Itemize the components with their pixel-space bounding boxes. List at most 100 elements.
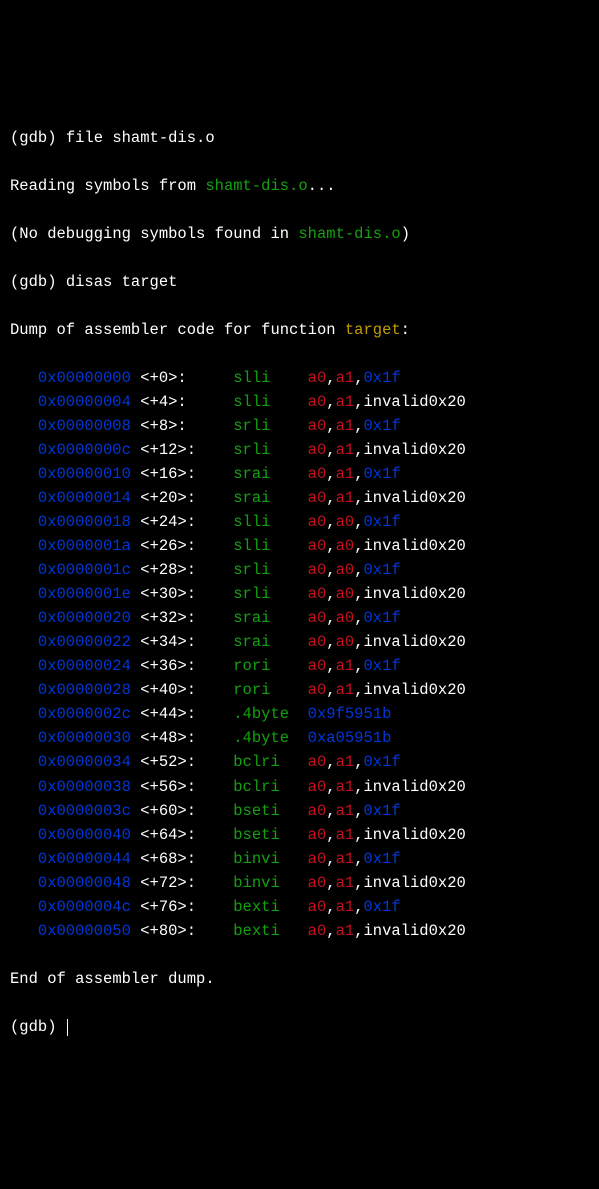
asm-row: 0x00000034 <+52>: bclri a0,a1,0x1f <box>10 750 589 774</box>
cmd-line-disas: (gdb) disas target <box>10 270 589 294</box>
raw-bytes: 0x9f5951b <box>308 705 392 723</box>
op-imm: invalid0x20 <box>364 778 466 796</box>
op-reg: a0 <box>336 609 355 627</box>
prompt-line[interactable]: (gdb) <box>10 1015 589 1039</box>
addr: 0x00000040 <box>38 826 131 844</box>
asm-row: 0x00000014 <+20>: srai a0,a1,invalid0x20 <box>10 486 589 510</box>
asm-row: 0x00000000 <+0>: slli a0,a1,0x1f <box>10 366 589 390</box>
addr: 0x0000001c <box>38 561 131 579</box>
mnemonic: slli <box>233 393 307 411</box>
mnemonic: slli <box>233 537 307 555</box>
reading-line: Reading symbols from shamt-dis.o... <box>10 174 589 198</box>
nodebug-line: (No debugging symbols found in shamt-dis… <box>10 222 589 246</box>
op-imm: 0x1f <box>364 561 401 579</box>
op-imm: invalid0x20 <box>364 489 466 507</box>
op-reg: a1 <box>336 417 355 435</box>
asm-row: 0x00000044 <+68>: binvi a0,a1,0x1f <box>10 847 589 871</box>
op-reg: a1 <box>336 489 355 507</box>
offset: <+8>: <box>140 417 233 435</box>
offset: <+48>: <box>140 729 233 747</box>
op-reg: a0 <box>308 633 327 651</box>
op-reg: a1 <box>336 465 355 483</box>
op-imm: 0x1f <box>364 898 401 916</box>
op-reg: a0 <box>308 465 327 483</box>
offset: <+30>: <box>140 585 233 603</box>
addr: 0x00000028 <box>38 681 131 699</box>
offset: <+24>: <box>140 513 233 531</box>
op-reg: a0 <box>308 681 327 699</box>
addr: 0x0000001e <box>38 585 131 603</box>
offset: <+0>: <box>140 369 233 387</box>
asm-row: 0x00000024 <+36>: rori a0,a1,0x1f <box>10 654 589 678</box>
op-imm: invalid0x20 <box>364 537 466 555</box>
asm-row: 0x0000001a <+26>: slli a0,a0,invalid0x20 <box>10 534 589 558</box>
terminal-output: (gdb) file shamt-dis.o Reading symbols f… <box>10 102 589 1063</box>
op-reg: a0 <box>308 802 327 820</box>
op-reg: a0 <box>308 778 327 796</box>
mnemonic: binvi <box>233 850 307 868</box>
op-reg: a0 <box>308 393 327 411</box>
op-imm: invalid0x20 <box>364 441 466 459</box>
mnemonic: .4byte <box>233 729 307 747</box>
asm-row: 0x00000030 <+48>: .4byte 0xa05951b <box>10 726 589 750</box>
op-reg: a1 <box>336 850 355 868</box>
mnemonic: srai <box>233 465 307 483</box>
op-imm: invalid0x20 <box>364 826 466 844</box>
mnemonic: srli <box>233 585 307 603</box>
mnemonic: slli <box>233 513 307 531</box>
mnemonic: srai <box>233 609 307 627</box>
addr: 0x0000002c <box>38 705 131 723</box>
op-imm: 0x1f <box>364 850 401 868</box>
asm-row: 0x00000010 <+16>: srai a0,a1,0x1f <box>10 462 589 486</box>
op-reg: a0 <box>336 585 355 603</box>
mnemonic: bseti <box>233 826 307 844</box>
end-dump: End of assembler dump. <box>10 967 589 991</box>
addr: 0x00000044 <box>38 850 131 868</box>
op-reg: a0 <box>308 898 327 916</box>
mnemonic: binvi <box>233 874 307 892</box>
op-reg: a1 <box>336 922 355 940</box>
op-reg: a1 <box>336 441 355 459</box>
op-imm: invalid0x20 <box>364 922 466 940</box>
asm-row: 0x0000003c <+60>: bseti a0,a1,0x1f <box>10 799 589 823</box>
asm-row: 0x00000050 <+80>: bexti a0,a1,invalid0x2… <box>10 919 589 943</box>
op-reg: a0 <box>308 537 327 555</box>
raw-bytes: 0xa05951b <box>308 729 392 747</box>
offset: <+28>: <box>140 561 233 579</box>
mnemonic: rori <box>233 657 307 675</box>
op-reg: a1 <box>336 802 355 820</box>
op-imm: 0x1f <box>364 417 401 435</box>
offset: <+4>: <box>140 393 233 411</box>
addr: 0x00000030 <box>38 729 131 747</box>
mnemonic: .4byte <box>233 705 307 723</box>
op-reg: a1 <box>336 778 355 796</box>
addr: 0x00000020 <box>38 609 131 627</box>
asm-row: 0x00000004 <+4>: slli a0,a1,invalid0x20 <box>10 390 589 414</box>
offset: <+34>: <box>140 633 233 651</box>
offset: <+44>: <box>140 705 233 723</box>
mnemonic: bseti <box>233 802 307 820</box>
op-imm: 0x1f <box>364 609 401 627</box>
op-imm: invalid0x20 <box>364 585 466 603</box>
asm-row: 0x0000001e <+30>: srli a0,a0,invalid0x20 <box>10 582 589 606</box>
addr: 0x00000014 <box>38 489 131 507</box>
dump-header: Dump of assembler code for function targ… <box>10 318 589 342</box>
mnemonic: bclri <box>233 753 307 771</box>
addr: 0x0000001a <box>38 537 131 555</box>
op-reg: a1 <box>336 898 355 916</box>
mnemonic: srli <box>233 441 307 459</box>
op-imm: invalid0x20 <box>364 633 466 651</box>
addr: 0x00000034 <box>38 753 131 771</box>
offset: <+64>: <box>140 826 233 844</box>
op-reg: a0 <box>308 489 327 507</box>
addr: 0x0000000c <box>38 441 131 459</box>
asm-row: 0x00000018 <+24>: slli a0,a0,0x1f <box>10 510 589 534</box>
addr: 0x00000000 <box>38 369 131 387</box>
asm-rows: 0x00000000 <+0>: slli a0,a1,0x1f0x000000… <box>10 366 589 942</box>
op-reg: a0 <box>308 585 327 603</box>
offset: <+52>: <box>140 753 233 771</box>
op-reg: a0 <box>308 753 327 771</box>
offset: <+68>: <box>140 850 233 868</box>
offset: <+72>: <box>140 874 233 892</box>
op-imm: 0x1f <box>364 369 401 387</box>
